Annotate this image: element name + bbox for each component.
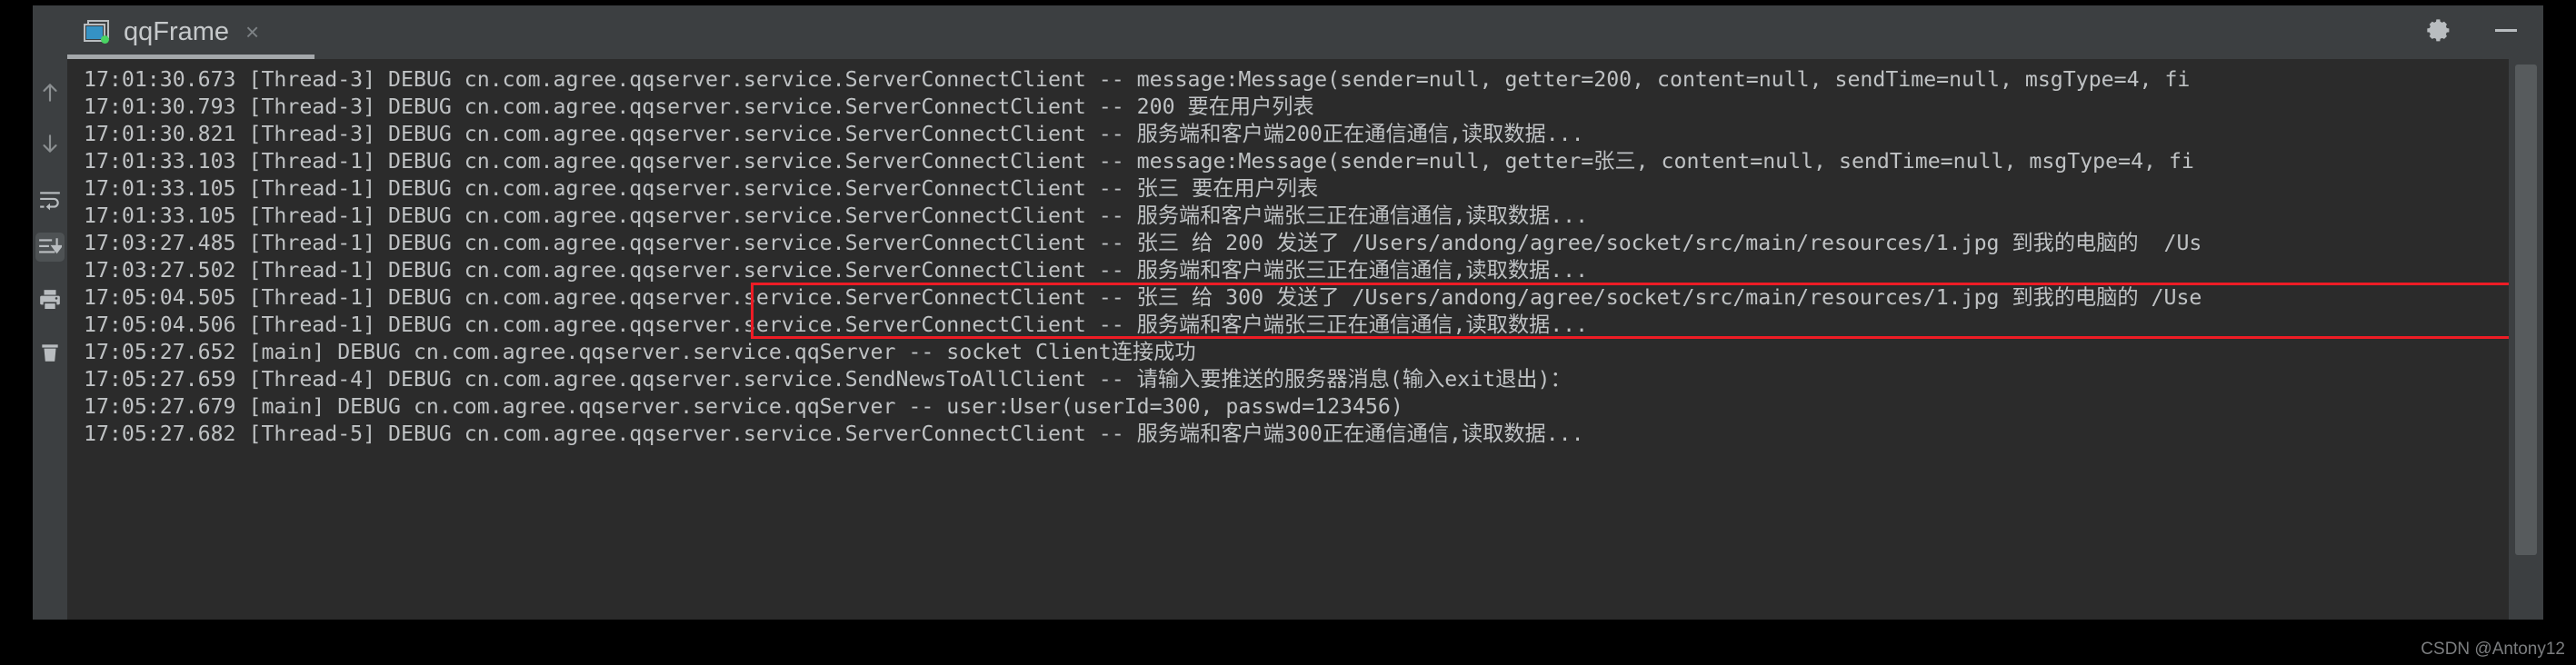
log-line: 17:05:04.505 [Thread-1] DEBUG cn.com.agr… — [84, 285, 2202, 310]
window-controls — [2425, 5, 2520, 58]
minimize-icon[interactable] — [2492, 17, 2520, 46]
tab-qqframe[interactable]: qqFrame × — [67, 5, 268, 58]
log-line: 17:03:27.485 [Thread-1] DEBUG cn.com.agr… — [84, 231, 2202, 255]
log-line: 17:01:33.105 [Thread-1] DEBUG cn.com.agr… — [84, 176, 1319, 201]
gear-icon[interactable] — [2425, 17, 2451, 46]
vertical-scrollbar-thumb[interactable] — [2515, 65, 2537, 555]
soft-wrap-icon[interactable] — [35, 185, 65, 214]
scroll-to-end-icon[interactable] — [35, 233, 65, 262]
console-output[interactable]: 17:01:30.673 [Thread-3] DEBUG cn.com.agr… — [67, 59, 2543, 620]
log-lines-container: 17:01:30.673 [Thread-3] DEBUG cn.com.agr… — [67, 59, 2202, 448]
log-line: 17:01:30.821 [Thread-3] DEBUG cn.com.agr… — [84, 122, 1584, 146]
console-window: qqFrame × 17:01:30.673 [Thread-3] DEBUG … — [33, 5, 2543, 620]
up-arrow-icon[interactable] — [35, 78, 65, 107]
log-line: 17:05:27.659 [Thread-4] DEBUG cn.com.agr… — [84, 367, 1572, 392]
vertical-scrollbar-track[interactable] — [2509, 59, 2543, 620]
log-line: 17:01:33.103 [Thread-1] DEBUG cn.com.agr… — [84, 149, 2194, 174]
log-line: 17:01:33.105 [Thread-1] DEBUG cn.com.agr… — [84, 203, 1589, 228]
log-line: 17:01:30.793 [Thread-3] DEBUG cn.com.agr… — [84, 94, 1314, 119]
log-line: 17:05:04.506 [Thread-1] DEBUG cn.com.agr… — [84, 313, 1589, 337]
log-line: 17:01:30.673 [Thread-3] DEBUG cn.com.agr… — [84, 67, 2191, 92]
log-line: 17:03:27.502 [Thread-1] DEBUG cn.com.agr… — [84, 258, 1589, 283]
log-line: 17:05:27.679 [main] DEBUG cn.com.agree.q… — [84, 394, 1403, 419]
trash-icon[interactable] — [35, 338, 65, 367]
log-line: 17:05:27.652 [main] DEBUG cn.com.agree.q… — [84, 340, 1196, 364]
down-arrow-icon[interactable] — [35, 129, 65, 158]
frame-icon — [84, 20, 111, 44]
log-line: 17:05:27.682 [Thread-5] DEBUG cn.com.agr… — [84, 422, 1584, 446]
console-toolbar — [33, 58, 67, 620]
close-icon[interactable]: × — [245, 20, 259, 44]
tab-label: qqFrame — [124, 16, 230, 46]
print-icon[interactable] — [35, 285, 65, 314]
watermark: CSDN @Antony12 — [2421, 640, 2565, 659]
tab-bar: qqFrame × — [33, 5, 2543, 59]
